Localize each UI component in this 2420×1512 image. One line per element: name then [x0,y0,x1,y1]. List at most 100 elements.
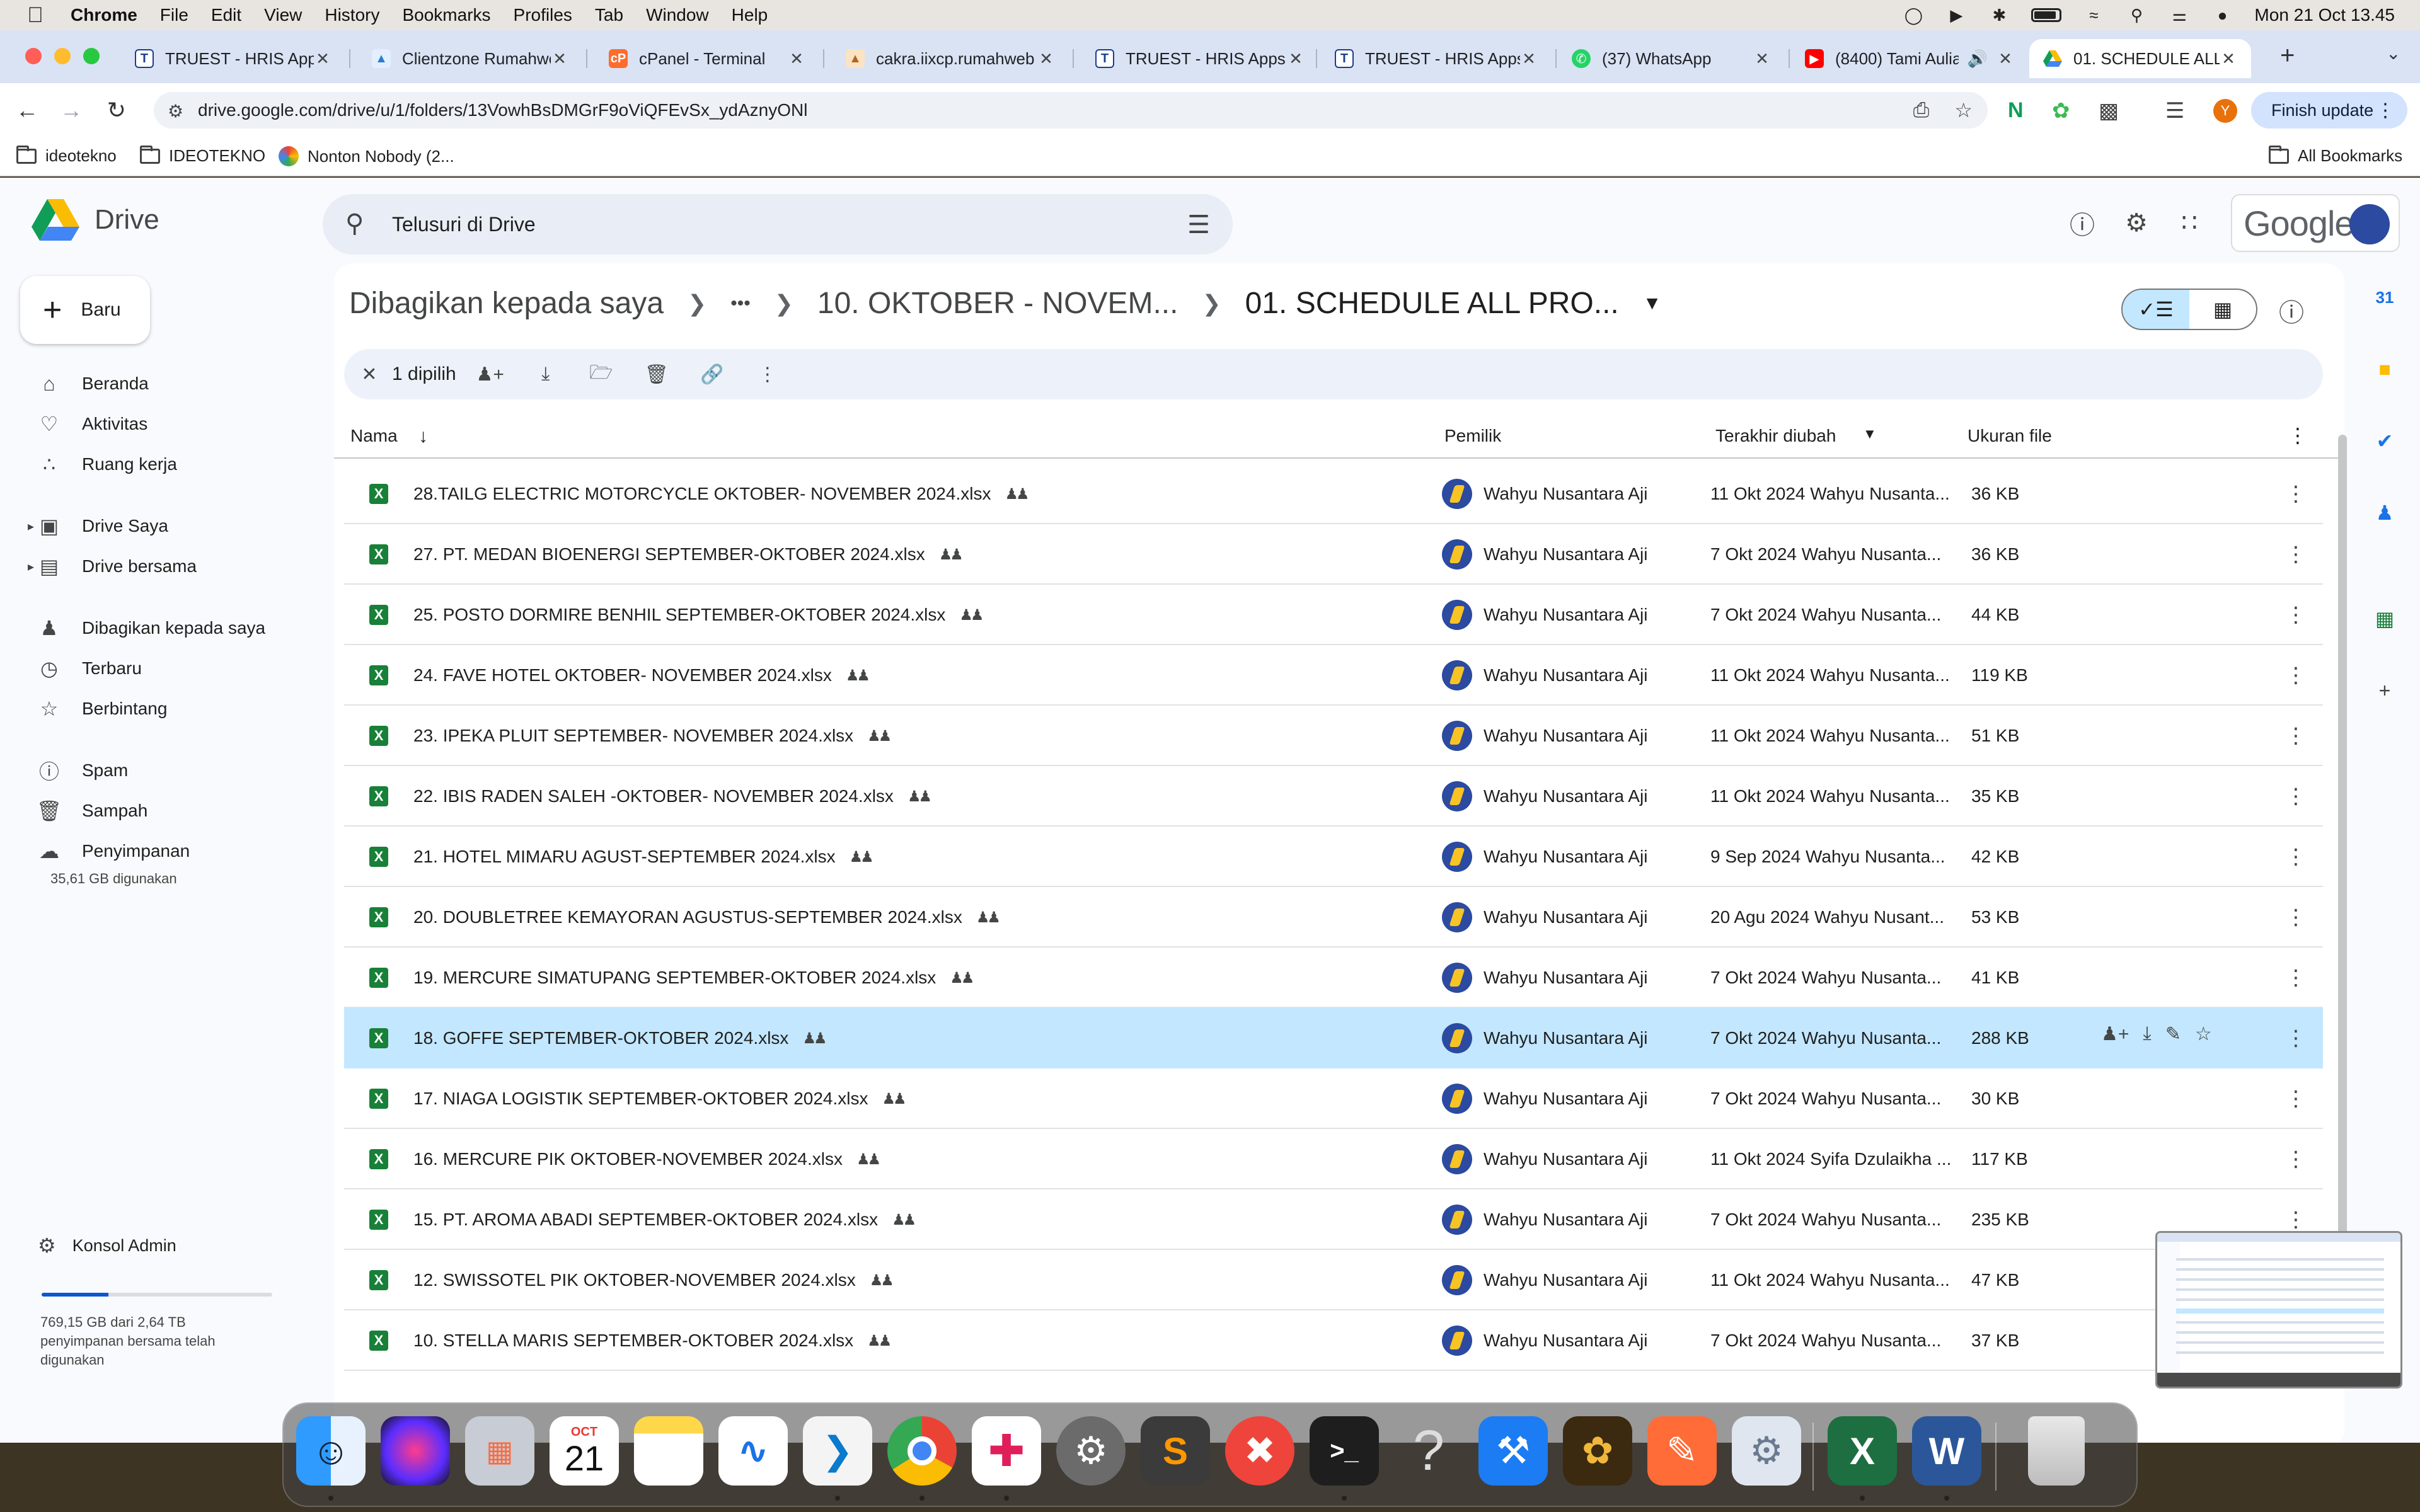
col-name[interactable]: Nama [350,426,398,446]
google-account-button[interactable]: Google [2231,194,2400,252]
file-row[interactable]: X 12. SWISSOTEL PIK OKTOBER-NOVEMBER 2024… [344,1250,2323,1310]
leaf-extension-icon[interactable]: ✿ [2052,98,2070,123]
menu-history[interactable]: History [325,5,379,25]
menu-window[interactable]: Window [646,5,709,25]
back-button[interactable]: ← [11,94,43,126]
row-more-actions-icon[interactable]: ⋮ [2285,542,2307,567]
vpn-icon[interactable]: ◯ [1903,4,1924,26]
row-more-actions-icon[interactable]: ⋮ [2285,905,2307,930]
excel-icon[interactable]: X [1828,1416,1897,1486]
nav-sampah[interactable]: 🗑 Sampah [35,795,148,827]
close-tab-icon[interactable]: ✕ [314,49,331,69]
nav-spam[interactable]: ⓘ Spam [35,755,128,786]
calendar-icon[interactable]: OCT 21 [550,1416,619,1486]
new-button[interactable]: + Baru [20,276,150,344]
breadcrumb-root[interactable]: Dibagikan kepada saya [349,286,664,321]
col-modified[interactable]: Terakhir diubah [1715,426,1836,446]
file-row[interactable]: X 25. POSTO DORMIRE BENHIL SEPTEMBER-OKTO… [344,585,2323,645]
calendar-addon-icon[interactable]: 31 [2372,285,2397,310]
star-icon[interactable]: ☆ [2195,1023,2212,1045]
breadcrumb-more[interactable]: ••• [730,293,751,314]
menu-view[interactable]: View [264,5,302,25]
help-icon[interactable]: ⓘ [2065,205,2100,241]
nav-aktivitas[interactable]: ♡ Aktivitas [35,408,148,440]
menu-tab[interactable]: Tab [595,5,623,25]
file-row[interactable]: X 19. MERCURE SIMATUPANG SEPTEMBER-OKTOBE… [344,948,2323,1008]
search-icon[interactable]: ⚲ [345,209,364,238]
sublime-icon[interactable]: S [1141,1416,1210,1486]
trash-bin-icon[interactable] [2028,1416,2085,1486]
wifi-icon[interactable]: ≈ [2083,4,2104,26]
row-more-actions-icon[interactable]: ⋮ [2285,1207,2307,1232]
download-icon[interactable]: ⤓ [2143,1023,2151,1045]
close-tab-icon[interactable]: ✕ [1287,49,1305,69]
all-bookmarks[interactable]: All Bookmarks [2269,145,2402,166]
folder-menu-caret-icon[interactable]: ▼ [1643,293,1662,314]
slack-icon[interactable]: ✚ [972,1416,1041,1486]
file-row[interactable]: X 22. IBIS RADEN SALEH -OKTOBER- NOVEMBER… [344,766,2323,827]
zoom-window-button[interactable] [83,48,100,64]
forward-button[interactable]: → [55,94,87,126]
minimize-window-button[interactable] [54,48,71,64]
add-addon-icon[interactable]: + [2372,678,2397,703]
bluetooth-icon[interactable]: ✱ [1988,4,2010,26]
close-window-button[interactable] [25,48,42,64]
play-icon[interactable]: ▶ [1945,4,1967,26]
row-more-actions-icon[interactable]: ⋮ [2285,1147,2307,1172]
admin-console-link[interactable]: ⚙ Konsol Admin [38,1234,176,1257]
spotlight-search-icon[interactable]: ⚲ [2126,4,2147,26]
sort-arrow-down-icon[interactable]: ↓ [418,426,428,447]
row-more-actions-icon[interactable]: ⋮ [2285,602,2307,627]
nav-terbaru[interactable]: ◷ Terbaru [35,653,142,684]
close-tab-icon[interactable]: ✕ [551,49,568,69]
file-row[interactable]: X 16. MERCURE PIK OKTOBER-NOVEMBER 2024.x… [344,1129,2323,1189]
move-folder-icon[interactable]: 🗁 [582,355,620,393]
site-info-icon[interactable]: ⚙ [168,101,183,122]
file-row[interactable]: X 10. STELLA MARIS SEPTEMBER-OKTOBER 2024… [344,1310,2323,1371]
row-more-actions-icon[interactable]: ⋮ [2285,1026,2307,1051]
col-owner[interactable]: Pemilik [1444,426,1501,446]
tab-truest-1[interactable]: T TRUEST - HRIS Apps ✕ [121,39,345,78]
tab-truest-2[interactable]: T TRUEST - HRIS Apps ✕ [1081,39,1318,78]
terminal-icon[interactable]: >_ [1310,1416,1379,1486]
details-info-icon[interactable]: ⓘ [2279,292,2304,329]
search-options-icon[interactable]: ☰ [1187,210,1210,239]
bookmark-nonton-nobody[interactable]: Nonton Nobody (2... [279,146,454,166]
settings-gear-icon[interactable]: ⚙ [2119,205,2154,241]
file-row[interactable]: X 17. NIAGA LOGISTIK SEPTEMBER-OKTOBER 20… [344,1068,2323,1129]
menu-help[interactable]: Help [732,5,768,25]
menu-edit[interactable]: Edit [211,5,241,25]
apple-menu-icon[interactable]:  [23,3,48,28]
tab-truest-3[interactable]: T TRUEST - HRIS Apps ✕ [1321,39,1552,78]
tab-cakra[interactable]: ▲ cakra.iixcp.rumahweb ✕ [832,39,1069,78]
share-person-icon[interactable]: ♟+ [471,355,509,393]
close-tab-icon[interactable]: ✕ [788,49,805,69]
close-tab-icon[interactable]: ✕ [1997,49,2014,69]
menu-profiles[interactable]: Profiles [514,5,572,25]
tab-clientzone[interactable]: ▲ Clientzone Rumahweb ✕ [358,39,582,78]
media-control-icon[interactable]: ☰ [2165,98,2184,123]
word-icon[interactable]: W [1912,1416,1981,1486]
close-tab-icon[interactable]: ✕ [1520,49,1538,69]
file-list-scrollbar[interactable] [2338,435,2347,1241]
file-row[interactable]: X 15. PT. AROMA ABADI SEPTEMBER-OKTOBER 2… [344,1189,2323,1250]
share-person-icon[interactable]: ♟+ [2101,1023,2129,1045]
close-tab-icon[interactable]: ✕ [1037,49,1055,69]
list-view-button[interactable]: ✓☰ [2123,290,2189,329]
profile-avatar[interactable]: Y [2213,99,2237,123]
chrome-menu-icon[interactable]: ⋮ [2376,100,2395,122]
row-more-actions-icon[interactable]: ⋮ [2285,1086,2307,1111]
close-tab-icon[interactable]: ✕ [1753,49,1771,69]
file-row[interactable]: X 23. IPEKA PLUIT SEPTEMBER- NOVEMBER 202… [344,706,2323,766]
drive-logo[interactable]: Drive [32,199,159,241]
breadcrumb-current[interactable]: 01. SCHEDULE ALL PRO... [1245,286,1619,321]
more-actions-icon[interactable]: ⋮ [749,355,786,393]
clear-selection-icon[interactable]: ✕ [350,355,388,393]
new-tab-button[interactable]: + [2280,42,2295,70]
row-more-actions-icon[interactable]: ⋮ [2285,844,2307,869]
speaker-icon[interactable]: 🔊 [1959,49,1997,69]
reload-button[interactable]: ↻ [101,94,132,126]
siri-icon[interactable] [381,1416,450,1486]
menu-bookmarks[interactable]: Bookmarks [402,5,490,25]
anydesk-icon[interactable]: ✖ [1225,1416,1294,1486]
